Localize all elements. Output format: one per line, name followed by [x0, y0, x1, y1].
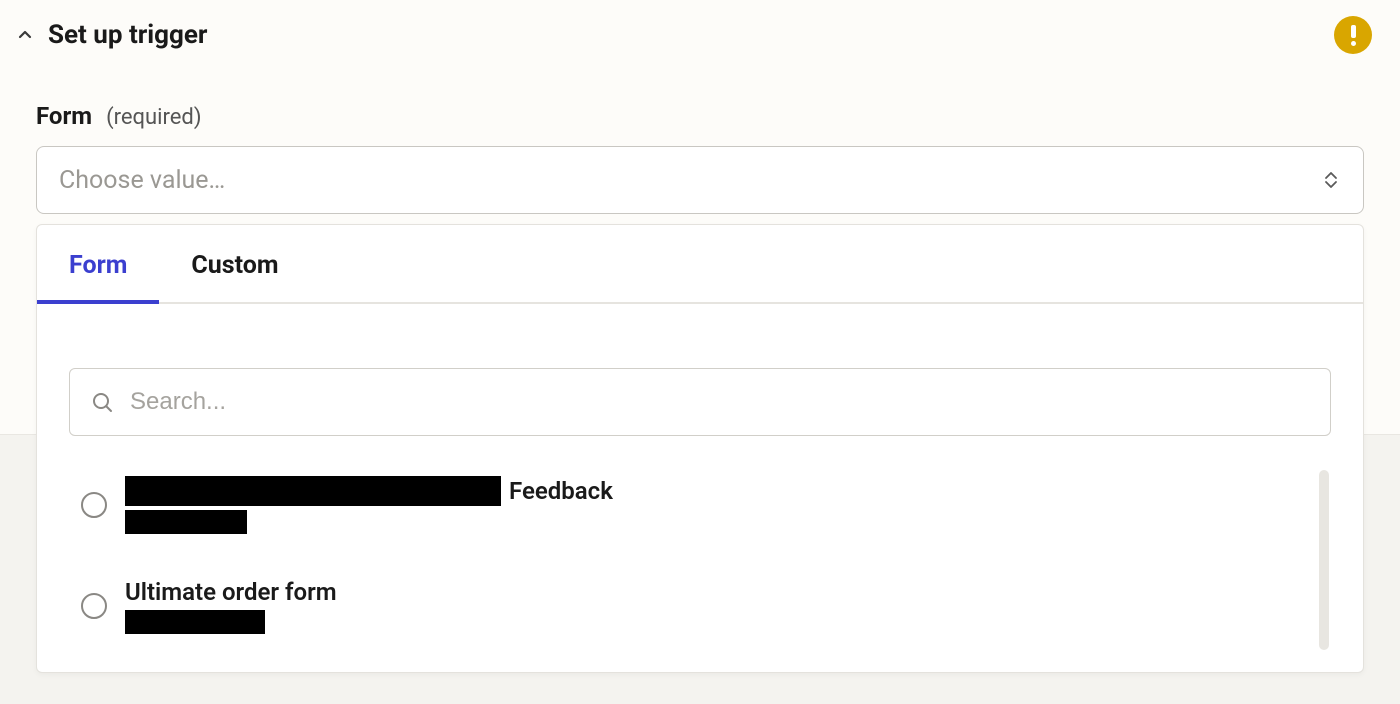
radio-icon[interactable] [81, 593, 107, 619]
form-select[interactable]: Choose value… [36, 146, 1364, 214]
content-area: Form (required) Choose value… Form Custo… [0, 62, 1400, 673]
dropdown-panel: Form Custom F [36, 224, 1364, 673]
options-list: Feedback Ultimate order form [69, 470, 1331, 672]
option-title-text: Ultimate order form [125, 578, 337, 606]
option-subtitle [125, 610, 337, 634]
field-label-row: Form (required) [36, 102, 1364, 130]
tab-form[interactable]: Form [37, 225, 159, 302]
redacted-text [125, 610, 265, 634]
select-placeholder: Choose value… [59, 166, 225, 195]
collapse-icon[interactable] [16, 26, 34, 44]
dropdown-tabs: Form Custom [37, 225, 1363, 304]
option-content: Ultimate order form [125, 578, 337, 634]
tab-custom[interactable]: Custom [159, 225, 310, 302]
select-updown-icon [1321, 166, 1341, 194]
search-input[interactable] [130, 388, 1310, 416]
field-required-hint: (required) [106, 105, 201, 130]
redacted-text [125, 510, 247, 534]
dropdown-body: Feedback Ultimate order form [37, 304, 1363, 672]
section-header-left: Set up trigger [16, 20, 207, 50]
search-icon [90, 390, 114, 414]
option-title: Feedback [125, 476, 613, 506]
option-content: Feedback [125, 476, 613, 534]
option-subtitle [125, 510, 613, 534]
section-title: Set up trigger [48, 20, 207, 50]
option-row[interactable]: Feedback [69, 470, 1319, 540]
field-label: Form [36, 102, 92, 130]
option-row[interactable]: Ultimate order form [69, 572, 1319, 640]
option-title-suffix: Feedback [509, 477, 613, 505]
radio-icon[interactable] [81, 492, 107, 518]
search-box[interactable] [69, 368, 1331, 436]
scrollbar[interactable] [1319, 470, 1329, 650]
option-title: Ultimate order form [125, 578, 337, 606]
redacted-text [125, 476, 501, 506]
warning-badge-icon[interactable] [1334, 16, 1372, 54]
section-header: Set up trigger [0, 0, 1400, 62]
